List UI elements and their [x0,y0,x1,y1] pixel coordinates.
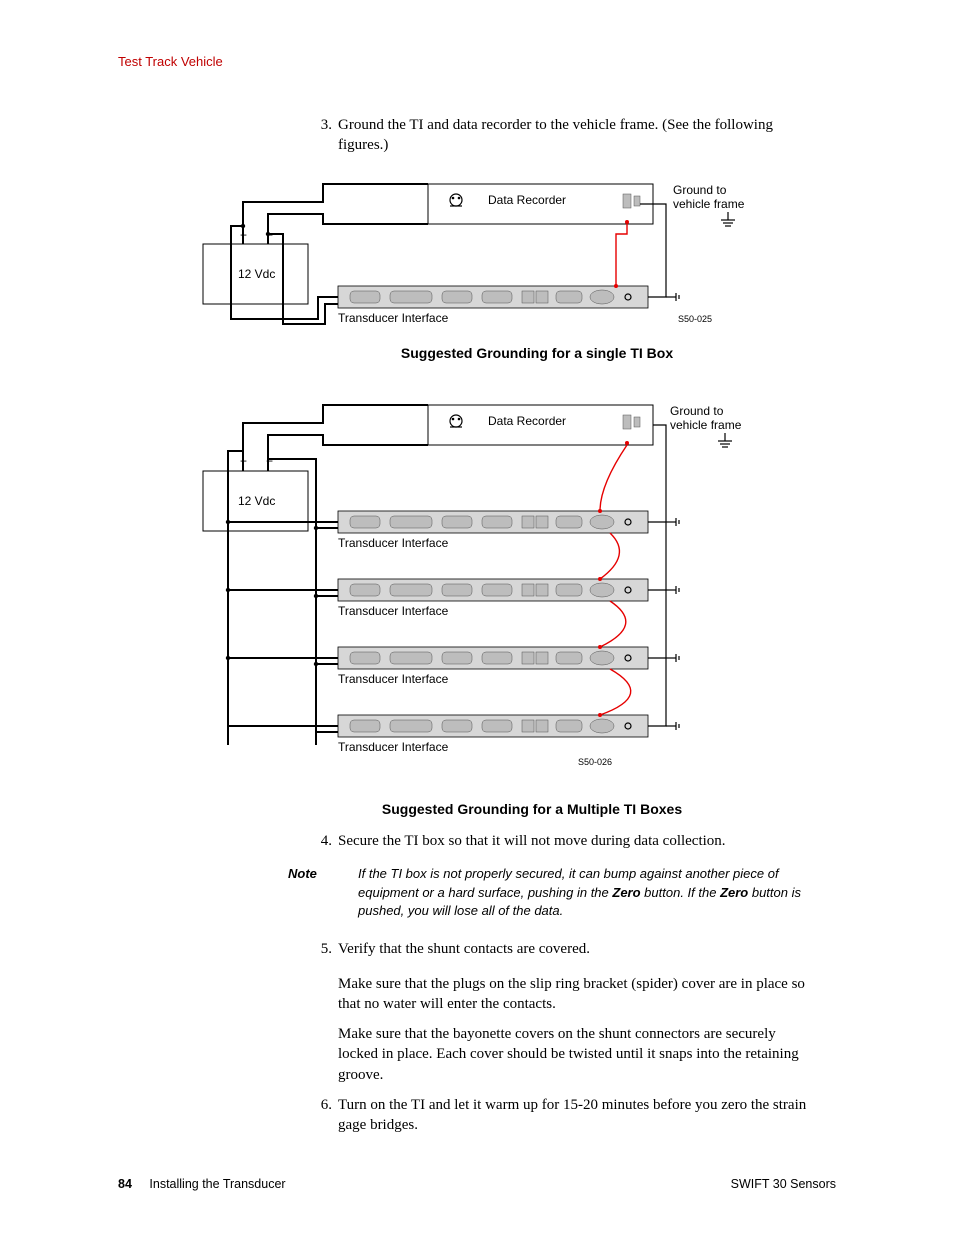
svg-text:Transducer Interface: Transducer Interface [338,604,449,618]
step-5-wrap: 5. Verify that the shunt contacts are co… [310,939,810,1085]
step-6-wrap: 6. Turn on the TI and let it warm up for… [310,1095,810,1136]
step-number: 3. [310,115,332,156]
section-header: Test Track Vehicle [118,54,836,69]
ti-row-3: Transducer Interface [338,647,648,686]
ti-row-1: Transducer Interface [338,511,648,550]
diagram-multi-ti: Data Recorder Ground to vehicle frame 12… [198,395,758,795]
footer-right: SWIFT 30 Sensors [731,1177,836,1191]
label-ground-1: Ground to [673,183,727,197]
label-data-recorder: Data Recorder [488,193,566,207]
step-5-para-1: Make sure that the plugs on the slip rin… [338,974,810,1015]
diagram-single-ti: Data Recorder Ground to vehicle frame 12… [198,174,758,339]
ti-row-4: Transducer Interface [338,715,648,754]
step-3: 3. Ground the TI and data recorder to th… [310,115,810,156]
step-text: Turn on the TI and let it warm up for 15… [338,1095,810,1136]
step-number: 5. [310,939,332,959]
svg-text:Transducer Interface: Transducer Interface [338,536,449,550]
page-number: 84 [118,1177,132,1191]
ti-row-2: Transducer Interface [338,579,648,618]
caption-single-ti: Suggested Grounding for a single TI Box [238,345,836,361]
page: Test Track Vehicle 3. Ground the TI and … [0,0,954,1235]
footer-left: 84 Installing the Transducer [118,1177,286,1191]
label-ground-2b: vehicle frame [670,418,742,432]
note-body: If the TI box is not properly secured, i… [358,865,808,922]
label-data-recorder-2: Data Recorder [488,414,566,428]
fig-code-2: S50-026 [578,757,612,767]
step-6: 6. Turn on the TI and let it warm up for… [310,1095,810,1136]
caption-multi-ti: Suggested Grounding for a Multiple TI Bo… [228,801,836,817]
step-5-para-2: Make sure that the bayonette covers on t… [338,1024,810,1085]
step-text: Verify that the shunt contacts are cover… [338,939,590,959]
label-12vdc: 12 Vdc [238,267,275,281]
step-5: 5. Verify that the shunt contacts are co… [310,939,810,959]
step-text: Secure the TI box so that it will not mo… [338,831,726,851]
step-text: Ground the TI and data recorder to the v… [338,115,810,156]
label-ground-1b: Ground to [670,404,724,418]
chapter-title: Installing the Transducer [149,1177,285,1191]
step-4: 4. Secure the TI box so that it will not… [310,831,810,851]
step-number: 6. [310,1095,332,1136]
label-ground-2: vehicle frame [673,197,745,211]
figure-multi-ti: Data Recorder Ground to vehicle frame 12… [198,395,836,817]
note-label: Note [288,865,358,922]
note-block: Note If the TI box is not properly secur… [288,865,808,922]
figure-single-ti: Data Recorder Ground to vehicle frame 12… [198,174,836,361]
fig-code-1: S50-025 [678,314,712,324]
svg-text:Transducer Interface: Transducer Interface [338,740,449,754]
step-3-wrap: 3. Ground the TI and data recorder to th… [310,115,810,156]
page-footer: 84 Installing the Transducer SWIFT 30 Se… [118,1177,836,1191]
svg-text:Transducer Interface: Transducer Interface [338,672,449,686]
step-number: 4. [310,831,332,851]
label-12vdc-2: 12 Vdc [238,494,275,508]
label-ti: Transducer Interface [338,311,449,325]
step-4-wrap: 4. Secure the TI box so that it will not… [310,831,810,851]
